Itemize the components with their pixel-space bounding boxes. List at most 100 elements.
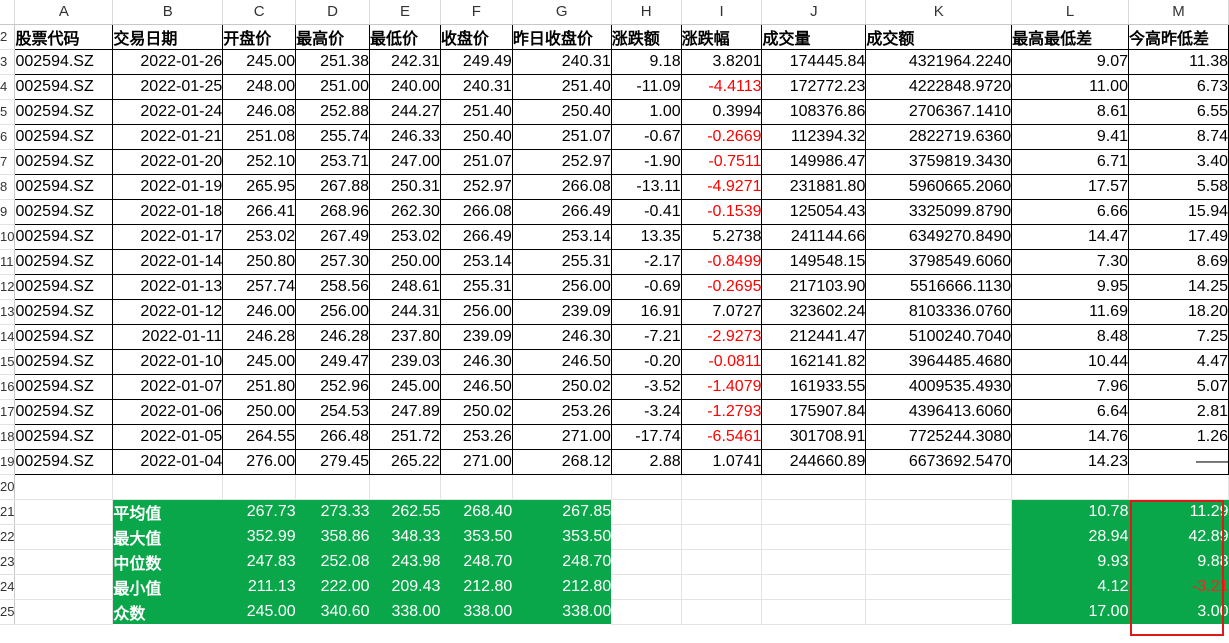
row-number[interactable]: 2 [0, 24, 16, 50]
cell-open[interactable]: 246.08 [222, 98, 297, 125]
header-cell[interactable]: 收盘价 [439, 23, 513, 50]
header-cell[interactable]: 最低价 [369, 23, 441, 50]
empty-cell[interactable] [761, 599, 867, 625]
cell-date[interactable]: 2022-01-07 [112, 373, 224, 400]
cell-vol[interactable]: 217103.90 [761, 273, 867, 300]
cell-hpl[interactable]: 5.07 [1127, 373, 1229, 400]
cell-hl[interactable]: 6.64 [1011, 398, 1129, 425]
cell-close[interactable]: 249.49 [439, 48, 513, 75]
empty-cell[interactable] [865, 599, 1013, 625]
cell-high[interactable]: 266.48 [295, 423, 371, 450]
cell-prev[interactable]: 251.07 [511, 123, 612, 150]
empty-cell[interactable] [761, 549, 867, 575]
stat-cell-high[interactable]: 252.08 [295, 549, 370, 574]
cell-code[interactable]: 002594.SZ [14, 198, 114, 225]
cell-high[interactable]: 268.96 [295, 198, 371, 225]
cell-code[interactable]: 002594.SZ [14, 423, 114, 450]
cell-high[interactable]: 253.71 [295, 148, 371, 175]
cell-date[interactable]: 2022-01-18 [112, 198, 224, 225]
header-cell[interactable]: 股票代码 [14, 23, 114, 50]
cell-prev[interactable]: 266.08 [511, 173, 612, 200]
empty-cell[interactable] [681, 474, 763, 500]
cell-hpl[interactable]: 11.38 [1127, 48, 1229, 75]
column-header-m[interactable]: M [1128, 0, 1229, 25]
cell-chg[interactable]: -0.41 [610, 198, 682, 225]
cell-pct[interactable]: -1.4079 [680, 373, 763, 400]
cell-chg[interactable]: -13.11 [610, 173, 682, 200]
empty-cell[interactable] [865, 524, 1013, 550]
cell-open[interactable]: 251.08 [222, 123, 297, 150]
empty-cell[interactable] [611, 599, 682, 625]
cell-code[interactable]: 002594.SZ [14, 448, 114, 475]
column-header-a[interactable]: A [14, 0, 114, 25]
cell-prev[interactable]: 246.50 [511, 348, 612, 375]
row-number[interactable]: 12 [0, 274, 16, 300]
cell-vol[interactable]: 174445.84 [761, 48, 867, 75]
cell-vol[interactable]: 231881.80 [761, 173, 867, 200]
cell-chg[interactable]: -7.21 [610, 323, 682, 350]
cell-chg[interactable]: -3.24 [610, 398, 682, 425]
cell-pct[interactable]: -4.4113 [680, 73, 763, 100]
cell-hpl[interactable]: 6.73 [1127, 73, 1229, 100]
stat-cell-close[interactable]: 353.50 [440, 524, 513, 549]
column-header-g[interactable]: G [512, 0, 612, 25]
stat-cell-open[interactable]: 211.13 [222, 574, 296, 599]
empty-cell[interactable] [611, 499, 682, 525]
stat-cell-prev[interactable]: 338.00 [512, 599, 612, 624]
cell-hl[interactable]: 17.57 [1011, 173, 1129, 200]
cell-prev[interactable]: 256.00 [511, 273, 612, 300]
empty-cell[interactable] [512, 474, 612, 500]
column-header-c[interactable]: C [222, 0, 297, 25]
cell-close[interactable]: 252.97 [439, 173, 513, 200]
cell-high[interactable]: 256.00 [295, 298, 371, 325]
stat-cell-hpl[interactable]: -3.21 [1128, 574, 1229, 599]
stat-cell-high[interactable]: 358.86 [295, 524, 370, 549]
cell-date[interactable]: 2022-01-19 [112, 173, 224, 200]
empty-cell[interactable] [14, 549, 114, 575]
stat-cell-close[interactable]: 212.80 [440, 574, 513, 599]
cell-close[interactable]: 240.31 [439, 73, 513, 100]
cell-date[interactable]: 2022-01-21 [112, 123, 224, 150]
cell-pct[interactable]: -6.5461 [680, 423, 763, 450]
cell-high[interactable]: 246.28 [295, 323, 371, 350]
cell-date[interactable]: 2022-01-11 [112, 323, 224, 350]
stat-cell-open[interactable]: 247.83 [222, 549, 296, 574]
stat-cell-prev[interactable]: 212.80 [512, 574, 612, 599]
cell-prev[interactable]: 255.31 [511, 248, 612, 275]
header-cell[interactable]: 今高昨低差 [1127, 23, 1229, 50]
cell-prev[interactable]: 252.97 [511, 148, 612, 175]
row-number[interactable]: 20 [0, 474, 16, 500]
cell-vol[interactable]: 125054.43 [761, 198, 867, 225]
stat-cell-prev[interactable]: 248.70 [512, 549, 612, 574]
cell-open[interactable]: 245.00 [222, 348, 297, 375]
cell-code[interactable]: 002594.SZ [14, 398, 114, 425]
stat-cell-hl[interactable]: 28.94 [1011, 524, 1129, 549]
cell-close[interactable]: 250.40 [439, 123, 513, 150]
empty-cell[interactable] [865, 549, 1013, 575]
empty-cell[interactable] [681, 599, 763, 625]
cell-amt[interactable]: 6673692.5470 [865, 448, 1013, 475]
cell-chg[interactable]: 1.00 [610, 98, 682, 125]
cell-date[interactable]: 2022-01-26 [112, 48, 224, 75]
cell-low[interactable]: 265.22 [369, 448, 441, 475]
stat-cell-open[interactable]: 267.73 [222, 499, 296, 524]
cell-chg[interactable]: 16.91 [610, 298, 682, 325]
cell-code[interactable]: 002594.SZ [14, 48, 114, 75]
cell-close[interactable]: 253.14 [439, 248, 513, 275]
stat-cell-low[interactable]: 262.55 [369, 499, 441, 524]
cell-pct[interactable]: 7.0727 [680, 298, 763, 325]
empty-cell[interactable] [761, 524, 867, 550]
row-number[interactable]: 19 [0, 449, 16, 475]
cell-date[interactable]: 2022-01-12 [112, 298, 224, 325]
cell-pct[interactable]: 1.0741 [680, 448, 763, 475]
cell-amt[interactable]: 3964485.4680 [865, 348, 1013, 375]
cell-open[interactable]: 253.02 [222, 223, 297, 250]
column-header-i[interactable]: I [681, 0, 763, 25]
cell-hpl[interactable]: 18.20 [1127, 298, 1229, 325]
cell-date[interactable]: 2022-01-25 [112, 73, 224, 100]
row-number[interactable]: 22 [0, 524, 16, 550]
cell-amt[interactable]: 4396413.6060 [865, 398, 1013, 425]
column-header-h[interactable]: H [611, 0, 682, 25]
cell-high[interactable]: 258.56 [295, 273, 371, 300]
empty-cell[interactable] [1011, 474, 1129, 500]
